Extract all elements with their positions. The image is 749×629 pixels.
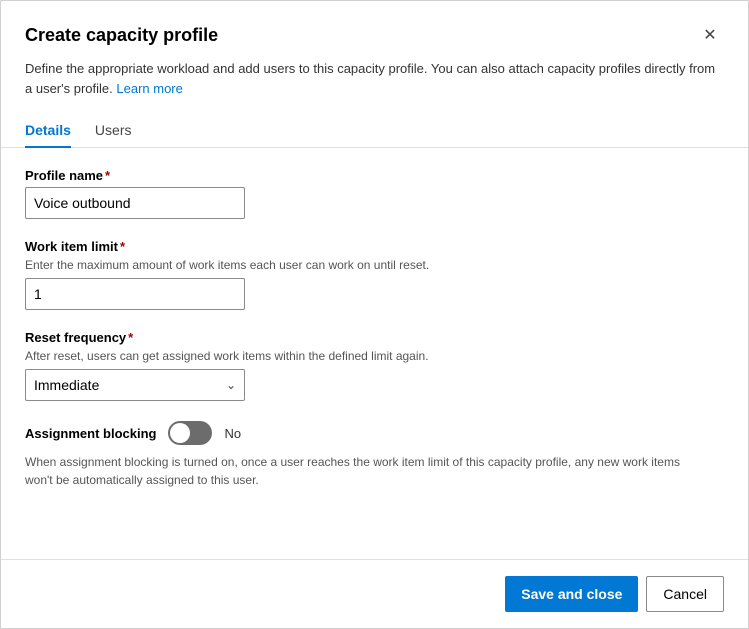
create-capacity-profile-modal: Create capacity profile ✕ Define the app… bbox=[0, 0, 749, 629]
reset-frequency-value: Immediate bbox=[34, 377, 99, 393]
work-item-limit-label: Work item limit* bbox=[25, 239, 724, 254]
required-star-reset: * bbox=[128, 330, 133, 345]
tab-details[interactable]: Details bbox=[25, 114, 71, 148]
chevron-down-icon: ⌄ bbox=[226, 378, 236, 392]
reset-frequency-group: Reset frequency* After reset, users can … bbox=[25, 330, 724, 401]
reset-frequency-select[interactable]: Immediate ⌄ bbox=[25, 369, 245, 401]
modal-footer: Save and close Cancel bbox=[1, 559, 748, 628]
work-item-limit-input[interactable] bbox=[25, 278, 245, 310]
profile-name-group: Profile name* bbox=[25, 168, 724, 219]
learn-more-link[interactable]: Learn more bbox=[116, 81, 182, 96]
modal-description: Define the appropriate workload and add … bbox=[1, 59, 748, 114]
reset-frequency-label: Reset frequency* bbox=[25, 330, 724, 345]
tab-users[interactable]: Users bbox=[95, 114, 132, 148]
required-star-profile: * bbox=[105, 168, 110, 183]
assignment-blocking-description: When assignment blocking is turned on, o… bbox=[25, 453, 705, 489]
modal-title: Create capacity profile bbox=[25, 25, 218, 46]
assignment-blocking-row: Assignment blocking No bbox=[25, 421, 724, 445]
cancel-button[interactable]: Cancel bbox=[646, 576, 724, 612]
modal-tabs: Details Users bbox=[1, 114, 748, 148]
profile-name-input[interactable] bbox=[25, 187, 245, 219]
assignment-blocking-label: Assignment blocking bbox=[25, 426, 156, 441]
close-button[interactable]: ✕ bbox=[696, 21, 724, 49]
save-and-close-button[interactable]: Save and close bbox=[505, 576, 638, 612]
profile-name-label: Profile name* bbox=[25, 168, 724, 183]
modal-header: Create capacity profile ✕ bbox=[1, 1, 748, 59]
work-item-limit-hint: Enter the maximum amount of work items e… bbox=[25, 258, 724, 272]
reset-frequency-hint: After reset, users can get assigned work… bbox=[25, 349, 724, 363]
work-item-limit-group: Work item limit* Enter the maximum amoun… bbox=[25, 239, 724, 310]
required-star-work-item: * bbox=[120, 239, 125, 254]
modal-body: Profile name* Work item limit* Enter the… bbox=[1, 148, 748, 559]
assignment-blocking-toggle[interactable] bbox=[168, 421, 212, 445]
toggle-knob bbox=[170, 423, 190, 443]
toggle-status-text: No bbox=[224, 426, 241, 441]
assignment-blocking-group: Assignment blocking No When assignment b… bbox=[25, 421, 724, 489]
